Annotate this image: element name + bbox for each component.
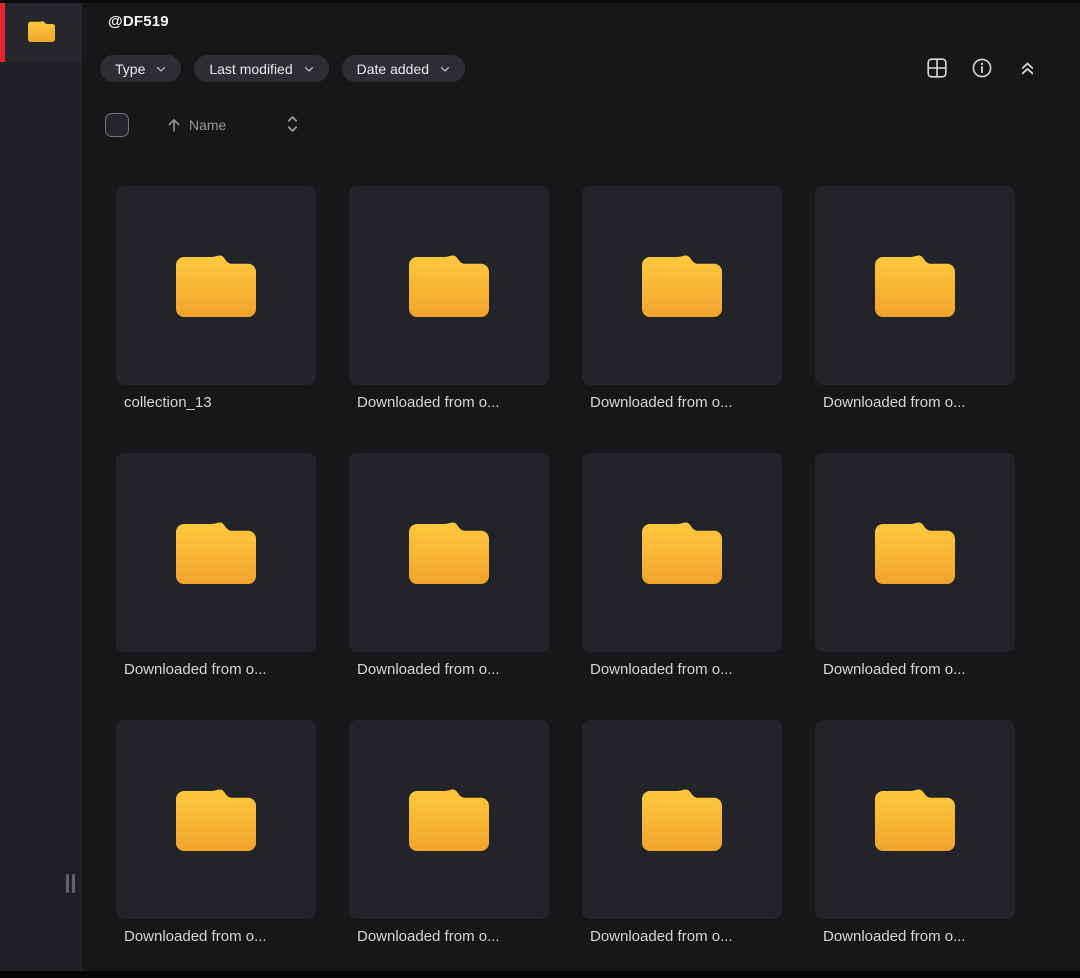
- folder-grid-item[interactable]: Downloaded from o...: [349, 720, 549, 945]
- folder-card[interactable]: [116, 186, 316, 385]
- folder-label: Downloaded from o...: [823, 661, 966, 678]
- active-indicator: [0, 0, 5, 62]
- folder-icon: [27, 20, 55, 42]
- folder-card[interactable]: [582, 720, 782, 919]
- folder-card[interactable]: [582, 453, 782, 652]
- window-bottom-edge: [0, 971, 1080, 978]
- main-content: @DF519 Type Last modified Date added Nam…: [82, 0, 1080, 978]
- filter-date-added-button[interactable]: Date added: [341, 55, 466, 82]
- file-grid: collection_13 Downloaded from o... Downl…: [116, 186, 1015, 945]
- folder-label: Downloaded from o...: [823, 394, 966, 411]
- folder-label: Downloaded from o...: [124, 928, 267, 945]
- folder-icon: [409, 255, 489, 317]
- folder-card[interactable]: [349, 186, 549, 385]
- folder-label: Downloaded from o...: [357, 661, 500, 678]
- info-button[interactable]: [970, 56, 994, 80]
- folder-icon: [642, 789, 722, 851]
- folder-grid-item[interactable]: Downloaded from o...: [116, 453, 316, 678]
- chevron-down-icon: [157, 66, 166, 72]
- filter-last-modified-button[interactable]: Last modified: [194, 55, 329, 82]
- folder-icon: [409, 789, 489, 851]
- folder-label: Downloaded from o...: [357, 394, 500, 411]
- folder-card[interactable]: [582, 186, 782, 385]
- folder-card[interactable]: [116, 720, 316, 919]
- folder-icon: [176, 255, 256, 317]
- folder-grid-item[interactable]: Downloaded from o...: [815, 453, 1015, 678]
- folder-card[interactable]: [815, 453, 1015, 652]
- folder-icon: [642, 522, 722, 584]
- handle-bar: [66, 874, 69, 893]
- window-top-edge: [0, 0, 1080, 3]
- folder-grid-item[interactable]: Downloaded from o...: [582, 720, 782, 945]
- folder-grid-item[interactable]: Downloaded from o...: [349, 186, 549, 411]
- folder-icon: [875, 789, 955, 851]
- folder-grid-item[interactable]: Downloaded from o...: [116, 720, 316, 945]
- folder-card[interactable]: [815, 186, 1015, 385]
- folder-card[interactable]: [116, 453, 316, 652]
- folder-grid-item[interactable]: Downloaded from o...: [815, 720, 1015, 945]
- collapse-up-icon: [1021, 62, 1033, 75]
- folder-label: Downloaded from o...: [823, 928, 966, 945]
- header-actions: [925, 56, 1039, 80]
- folder-icon: [642, 255, 722, 317]
- chevron-down-icon: [304, 66, 313, 72]
- info-icon: [972, 58, 992, 78]
- folder-label: Downloaded from o...: [590, 661, 733, 678]
- folder-grid-item[interactable]: Downloaded from o...: [582, 453, 782, 678]
- folder-label: Downloaded from o...: [357, 928, 500, 945]
- sort-field-label: Name: [189, 117, 227, 133]
- folder-grid-item[interactable]: Downloaded from o...: [582, 186, 782, 411]
- folder-icon: [176, 522, 256, 584]
- sidebar-resize-handle[interactable]: [66, 874, 75, 893]
- filter-type-label: Type: [115, 60, 146, 77]
- folder-label: collection_13: [124, 394, 212, 411]
- grid-view-icon: [927, 58, 947, 78]
- folder-card[interactable]: [349, 720, 549, 919]
- filter-type-button[interactable]: Type: [100, 55, 182, 82]
- select-all-checkbox[interactable]: [105, 113, 129, 137]
- folder-card[interactable]: [815, 720, 1015, 919]
- folder-grid-item[interactable]: Downloaded from o...: [815, 186, 1015, 411]
- chevron-down-icon: [440, 66, 450, 72]
- folder-grid-item[interactable]: collection_13: [116, 186, 316, 411]
- sidebar: [0, 0, 82, 978]
- folder-icon: [875, 522, 955, 584]
- folder-icon: [409, 522, 489, 584]
- folder-label: Downloaded from o...: [590, 394, 733, 411]
- folder-label: Downloaded from o...: [590, 928, 733, 945]
- filter-date-added-label: Date added: [356, 60, 430, 77]
- sort-toggle-button[interactable]: [284, 112, 301, 139]
- grid-view-button[interactable]: [925, 56, 949, 80]
- filter-chips: Type Last modified Date added: [100, 55, 466, 82]
- folder-card[interactable]: [349, 453, 549, 652]
- folder-icon: [875, 255, 955, 317]
- sidebar-item-active-folder[interactable]: [0, 0, 82, 62]
- folder-icon: [176, 789, 256, 851]
- collapse-header-button[interactable]: [1015, 56, 1039, 80]
- up-down-chevrons-icon: [287, 116, 298, 132]
- page-title: @DF519: [108, 13, 169, 30]
- filter-last-modified-label: Last modified: [209, 60, 293, 77]
- folder-label: Downloaded from o...: [124, 661, 267, 678]
- folder-grid-item[interactable]: Downloaded from o...: [349, 453, 549, 678]
- handle-bar: [72, 874, 75, 893]
- sort-direction-up-arrow-icon: [168, 119, 180, 132]
